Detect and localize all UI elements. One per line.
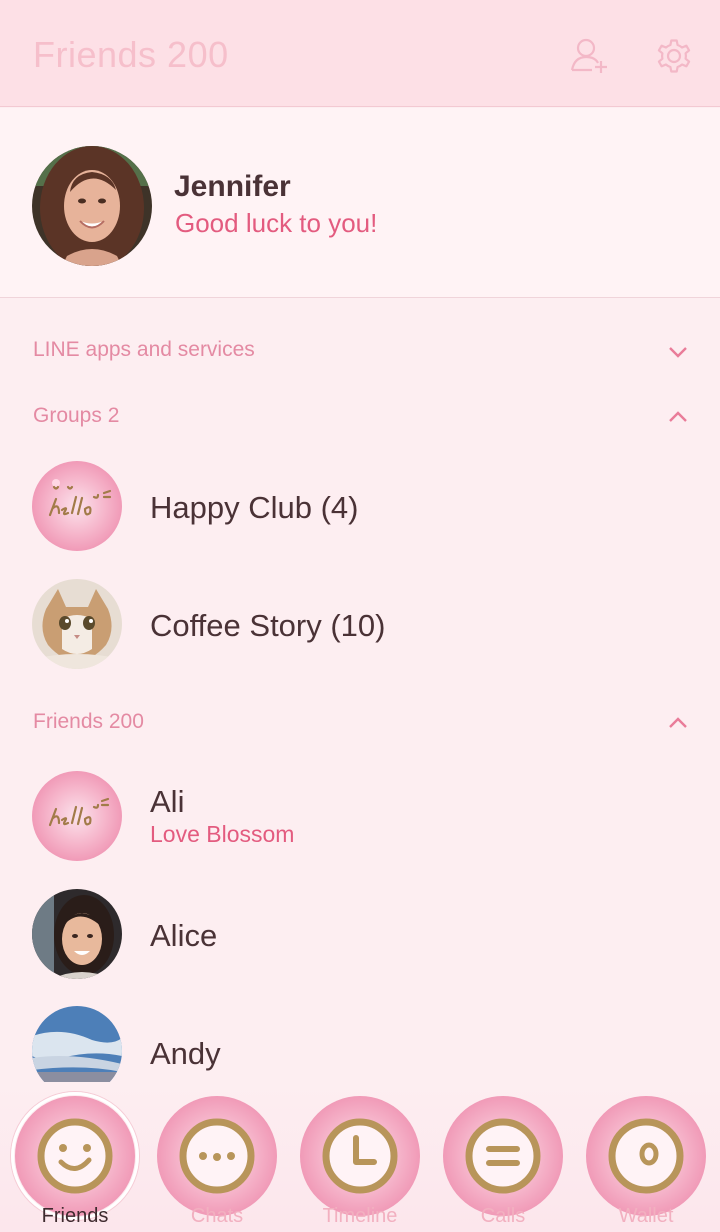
gear-icon[interactable] <box>654 36 694 76</box>
section-line-apps[interactable]: LINE apps and services <box>33 338 255 362</box>
tab-label: Chats <box>190 1205 244 1227</box>
clock-icon <box>300 1096 420 1216</box>
tab-chats[interactable]: Chats <box>155 1094 279 1232</box>
smiley-face-icon <box>15 1096 135 1216</box>
page-title: Friends 200 <box>33 34 229 75</box>
group-name[interactable]: Happy Club (4) <box>150 490 358 526</box>
tab-friends[interactable]: Friends <box>11 1092 139 1232</box>
group-avatar[interactable] <box>32 579 122 669</box>
friend-name[interactable]: Alice <box>150 918 217 954</box>
friend-status-message: Love Blossom <box>150 821 295 847</box>
group-avatar[interactable] <box>32 461 122 551</box>
top-header: Friends 200 <box>0 0 720 107</box>
tab-label: Wallet <box>618 1205 674 1227</box>
tab-timeline[interactable]: Timeline <box>298 1094 422 1232</box>
friend-avatar[interactable] <box>32 771 122 861</box>
chevron-down-icon[interactable] <box>667 341 689 363</box>
friend-name[interactable]: Andy <box>150 1036 221 1072</box>
tab-calls[interactable]: Calls <box>441 1094 565 1232</box>
calls-icon <box>443 1096 563 1216</box>
bottom-tab-bar: Friends Chats Timeline Calls Wallet <box>0 1082 720 1232</box>
friend-name[interactable]: Ali <box>150 784 184 820</box>
tab-label: Friends <box>41 1205 109 1227</box>
chat-dots-icon <box>157 1096 277 1216</box>
add-friend-icon[interactable] <box>570 36 610 76</box>
group-name[interactable]: Coffee Story (10) <box>150 608 385 644</box>
chevron-up-icon[interactable] <box>667 406 689 428</box>
tab-label: Calls <box>480 1205 526 1227</box>
wallet-icon <box>586 1096 706 1216</box>
tab-wallet[interactable]: Wallet <box>584 1094 708 1232</box>
section-friends[interactable]: Friends 200 <box>33 710 144 734</box>
section-groups[interactable]: Groups 2 <box>33 404 119 428</box>
profile-status-message: Good luck to you! <box>175 208 378 238</box>
profile-name: Jennifer <box>174 170 291 203</box>
avatar[interactable] <box>32 146 152 266</box>
my-profile[interactable]: Jennifer Good luck to you! <box>0 108 720 298</box>
tab-label: Timeline <box>322 1205 398 1227</box>
chevron-up-icon[interactable] <box>667 712 689 734</box>
friend-avatar[interactable] <box>32 889 122 979</box>
